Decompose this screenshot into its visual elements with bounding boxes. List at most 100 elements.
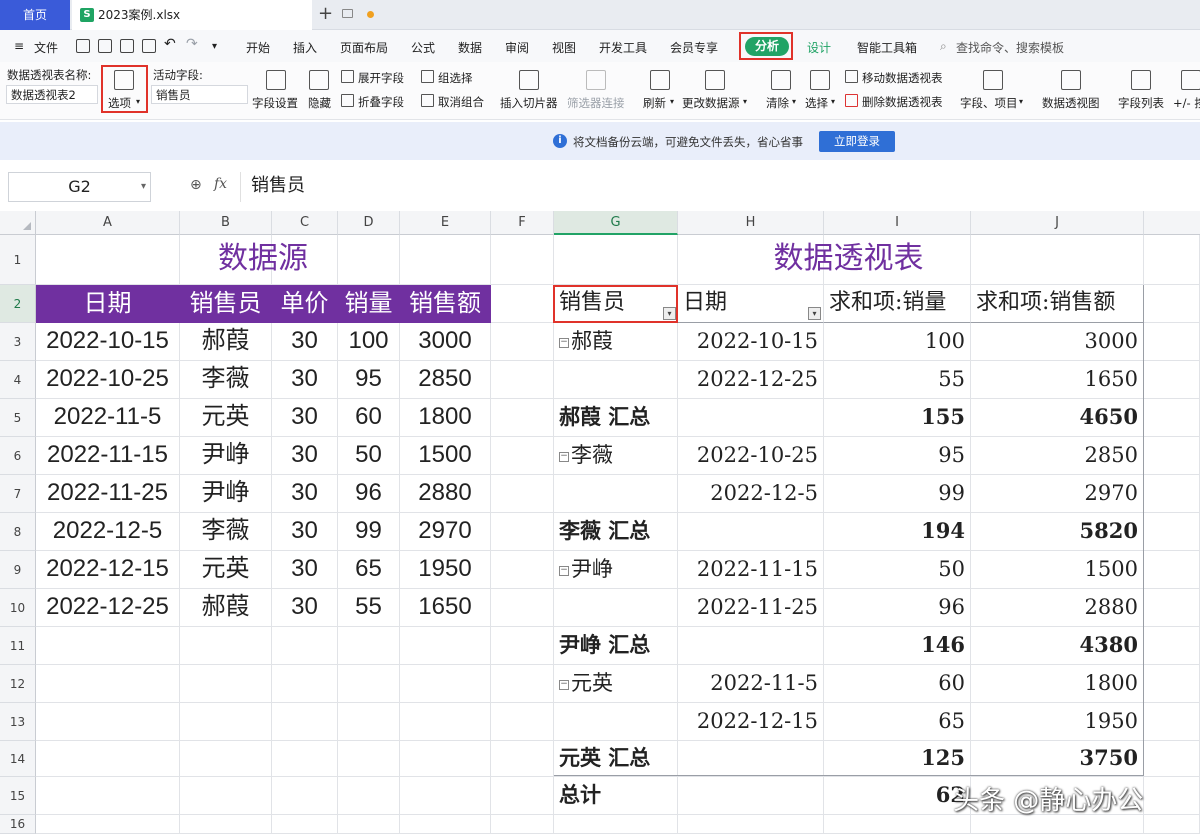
source-cell-8-4[interactable]: 55 bbox=[338, 589, 400, 627]
source-cell-1-5[interactable]: 3000 bbox=[400, 323, 491, 361]
insert-slicer-button[interactable]: 插入切片器 bbox=[500, 95, 558, 111]
source-cell-6-1[interactable]: 2022-12-5 bbox=[36, 513, 180, 551]
cell-C14[interactable] bbox=[272, 741, 338, 777]
clear-icon[interactable] bbox=[771, 70, 791, 90]
cell-K3[interactable] bbox=[1144, 323, 1200, 361]
plus-minus-button[interactable]: +/- 按 bbox=[1173, 95, 1200, 111]
cell-E14[interactable] bbox=[400, 741, 491, 777]
print-preview-icon[interactable] bbox=[142, 39, 156, 53]
zoom-icon[interactable]: ⊕ bbox=[190, 177, 202, 193]
pivot-amount-2[interactable]: 1650 bbox=[971, 361, 1144, 399]
cell-K11[interactable] bbox=[1144, 627, 1200, 665]
cell-F14[interactable] bbox=[491, 741, 554, 777]
pivot-date-11[interactable]: 2022-12-15 bbox=[678, 703, 824, 741]
pivot-salesperson-8[interactable] bbox=[554, 589, 678, 627]
source-cell-7-5[interactable]: 1950 bbox=[400, 551, 491, 589]
cell-E15[interactable] bbox=[400, 777, 491, 815]
pivot-date-4[interactable]: 2022-10-25 bbox=[678, 437, 824, 475]
row-header-12[interactable]: 12 bbox=[0, 665, 36, 703]
source-cell-8-2[interactable]: 郝葭 bbox=[180, 589, 272, 627]
pivot-qty-10[interactable]: 60 bbox=[824, 665, 971, 703]
source-cell-6-4[interactable]: 99 bbox=[338, 513, 400, 551]
column-header-i[interactable]: I bbox=[824, 211, 971, 235]
cell-F9[interactable] bbox=[491, 551, 554, 589]
source-cell-6-5[interactable]: 2970 bbox=[400, 513, 491, 551]
monitor-icon[interactable] bbox=[342, 9, 353, 18]
pivot-qty-12[interactable]: 125 bbox=[824, 741, 971, 777]
row-header-15[interactable]: 15 bbox=[0, 777, 36, 815]
clear-button[interactable]: 清除 bbox=[766, 95, 789, 111]
clear-dropdown-icon[interactable]: ▾ bbox=[792, 97, 796, 106]
source-cell-8-5[interactable]: 1650 bbox=[400, 589, 491, 627]
pivot-salesperson-10[interactable]: − 元英 bbox=[554, 665, 678, 703]
source-cell-4-1[interactable]: 2022-11-15 bbox=[36, 437, 180, 475]
cell-D16[interactable] bbox=[338, 815, 400, 834]
cell-A15[interactable] bbox=[36, 777, 180, 815]
collapse-field-icon[interactable] bbox=[341, 94, 354, 107]
cell-B16[interactable] bbox=[180, 815, 272, 834]
pivot-salesperson-3[interactable]: 郝葭 汇总 bbox=[554, 399, 824, 437]
source-cell-3-2[interactable]: 元英 bbox=[180, 399, 272, 437]
source-header-2[interactable]: 销售员 bbox=[180, 285, 272, 323]
source-cell-3-3[interactable]: 30 bbox=[272, 399, 338, 437]
cell-F5[interactable] bbox=[491, 399, 554, 437]
source-cell-3-4[interactable]: 60 bbox=[338, 399, 400, 437]
pivot-qty-2[interactable]: 55 bbox=[824, 361, 971, 399]
row-header-14[interactable]: 14 bbox=[0, 741, 36, 777]
source-cell-4-4[interactable]: 50 bbox=[338, 437, 400, 475]
select-button[interactable]: 选择 bbox=[805, 95, 828, 111]
cell-C13[interactable] bbox=[272, 703, 338, 741]
move-pivot-icon[interactable] bbox=[845, 70, 858, 83]
ungroup-icon[interactable] bbox=[421, 94, 434, 107]
insert-slicer-icon[interactable] bbox=[519, 70, 539, 90]
pivot-date-1[interactable]: 2022-10-15 bbox=[678, 323, 824, 361]
command-search[interactable]: 查找命令、搜索模板 bbox=[956, 39, 1064, 56]
menu-member[interactable]: 会员专享 bbox=[670, 39, 718, 56]
ungroup-button[interactable]: 取消组合 bbox=[438, 94, 484, 110]
pivot-qty-5[interactable]: 99 bbox=[824, 475, 971, 513]
row-header-4[interactable]: 4 bbox=[0, 361, 36, 399]
pivot-amount-7[interactable]: 1500 bbox=[971, 551, 1144, 589]
source-cell-5-2[interactable]: 尹峥 bbox=[180, 475, 272, 513]
row-header-2[interactable]: 2 bbox=[0, 285, 36, 323]
cell-K12[interactable] bbox=[1144, 665, 1200, 703]
print-icon[interactable] bbox=[120, 39, 134, 53]
collapse-icon[interactable]: − bbox=[559, 566, 569, 576]
column-header-j[interactable]: J bbox=[971, 211, 1144, 235]
refresh-icon[interactable] bbox=[650, 70, 670, 90]
field-settings-icon[interactable] bbox=[266, 70, 286, 90]
column-header-b[interactable]: B bbox=[180, 211, 272, 235]
source-header-5[interactable]: 销售额 bbox=[400, 285, 491, 323]
delete-pivot-icon[interactable] bbox=[845, 94, 858, 107]
cell-C16[interactable] bbox=[272, 815, 338, 834]
pivot-amount-8[interactable]: 2880 bbox=[971, 589, 1144, 627]
menu-view[interactable]: 视图 bbox=[552, 39, 576, 56]
cell-F1[interactable] bbox=[491, 235, 554, 285]
select-dropdown-icon[interactable]: ▾ bbox=[831, 97, 835, 106]
cell-F13[interactable] bbox=[491, 703, 554, 741]
pivot-qty-4[interactable]: 95 bbox=[824, 437, 971, 475]
cell-F2[interactable] bbox=[491, 285, 554, 323]
source-cell-3-5[interactable]: 1800 bbox=[400, 399, 491, 437]
menu-home[interactable]: 开始 bbox=[246, 39, 270, 56]
source-cell-7-1[interactable]: 2022-12-15 bbox=[36, 551, 180, 589]
cell-D11[interactable] bbox=[338, 627, 400, 665]
menu-page-layout[interactable]: 页面布局 bbox=[340, 39, 388, 56]
pivot-qty-11[interactable]: 65 bbox=[824, 703, 971, 741]
collapse-icon[interactable]: − bbox=[559, 680, 569, 690]
source-header-4[interactable]: 销量 bbox=[338, 285, 400, 323]
field-list-button[interactable]: 字段列表 bbox=[1118, 95, 1164, 111]
pivot-amount-11[interactable]: 1950 bbox=[971, 703, 1144, 741]
cell-A12[interactable] bbox=[36, 665, 180, 703]
source-cell-2-2[interactable]: 李薇 bbox=[180, 361, 272, 399]
field-list-icon[interactable] bbox=[1131, 70, 1151, 90]
pivot-amount-10[interactable]: 1800 bbox=[971, 665, 1144, 703]
cell-B15[interactable] bbox=[180, 777, 272, 815]
cell-F16[interactable] bbox=[491, 815, 554, 834]
column-header-c[interactable]: C bbox=[272, 211, 338, 235]
pivot-chart-icon[interactable] bbox=[1061, 70, 1081, 90]
source-cell-2-1[interactable]: 2022-10-25 bbox=[36, 361, 180, 399]
cell-K13[interactable] bbox=[1144, 703, 1200, 741]
cell-K9[interactable] bbox=[1144, 551, 1200, 589]
date-filter-dropdown-icon[interactable]: ▾ bbox=[808, 307, 821, 320]
